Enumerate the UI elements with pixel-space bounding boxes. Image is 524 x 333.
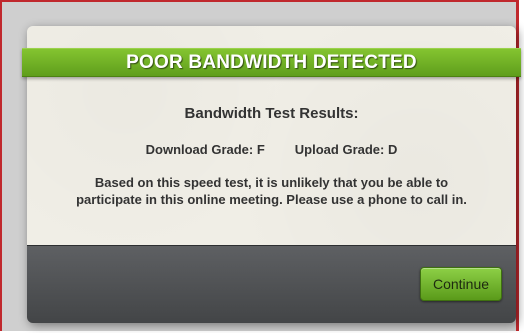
window-frame: Bandwidth Test Results: Download Grade: … bbox=[0, 0, 521, 331]
continue-button[interactable]: Continue bbox=[420, 267, 502, 301]
advice-message-line-2: participate in this online meeting. Plea… bbox=[76, 192, 467, 207]
upload-grade: Upload Grade: D bbox=[294, 142, 398, 157]
continue-button-label: Continue bbox=[432, 276, 490, 292]
poor-bandwidth-banner: POOR BANDWIDTH DETECTED bbox=[22, 48, 521, 77]
download-grade: Download Grade: F bbox=[145, 142, 265, 157]
advice-message-line-1: Based on this speed test, it is unlikely… bbox=[94, 175, 449, 190]
banner-title: POOR BANDWIDTH DETECTED bbox=[126, 51, 417, 73]
results-heading: Bandwidth Test Results: bbox=[184, 105, 359, 122]
advice-message: Based on this speed test, it is unlikely… bbox=[47, 174, 496, 208]
dialog-footer: Continue bbox=[27, 245, 516, 323]
grades-row: Download Grade: F Upload Grade: D bbox=[27, 142, 516, 157]
bandwidth-dialog: Bandwidth Test Results: Download Grade: … bbox=[22, 26, 521, 323]
